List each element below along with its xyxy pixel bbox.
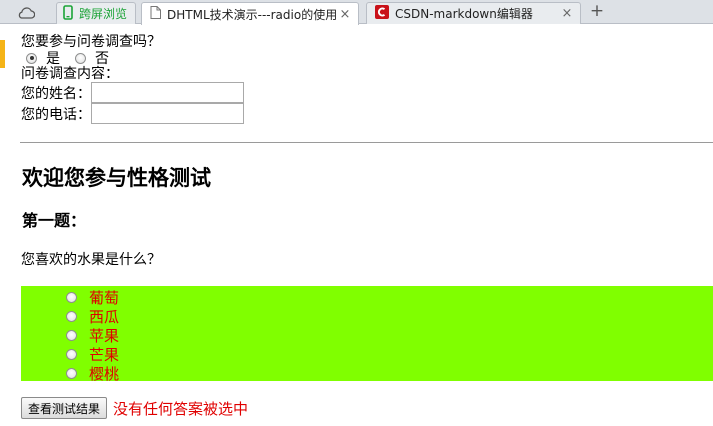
- cloud-icon[interactable]: [16, 3, 36, 21]
- new-tab-button[interactable]: +: [586, 3, 608, 22]
- option-label: 西瓜: [89, 308, 120, 326]
- phone-row: 您的电话：: [21, 103, 713, 124]
- phone-label: 您的电话：: [21, 106, 91, 123]
- page-title: 欢迎您参与性格测试: [22, 165, 211, 190]
- question-title: 第一题：: [22, 211, 87, 230]
- option-grape[interactable]: 葡萄: [21, 288, 713, 307]
- radio-yes[interactable]: [26, 52, 37, 64]
- option-cherry[interactable]: 樱桃: [21, 364, 713, 383]
- radio-apple[interactable]: [66, 330, 77, 341]
- radio-no-label: 否: [95, 51, 109, 67]
- radio-cherry[interactable]: [66, 368, 77, 379]
- option-apple[interactable]: 苹果: [21, 326, 713, 345]
- participation-options: 是 否: [21, 50, 713, 67]
- option-label: 葡萄: [89, 289, 120, 307]
- option-label: 芒果: [89, 346, 120, 364]
- name-label: 您的姓名：: [21, 85, 91, 102]
- survey-form: 您要参与问卷调查吗？ 是 否 问卷调查内容： 您的姓名： 您的电话：: [21, 34, 713, 124]
- tab-csdn-editor[interactable]: CSDN-markdown编辑器 ×: [366, 2, 581, 24]
- tab-dhtml-demo[interactable]: DHTML技术演示---radio的使用 ×: [141, 2, 359, 25]
- name-row: 您的姓名：: [21, 82, 713, 103]
- submit-row: 查看测试结果 没有任何答案被选中: [21, 397, 248, 419]
- close-icon[interactable]: ×: [338, 7, 352, 22]
- tab-label: 跨屏浏览: [79, 7, 128, 21]
- view-result-button[interactable]: 查看测试结果: [21, 397, 108, 419]
- option-watermelon[interactable]: 西瓜: [21, 307, 713, 326]
- content-label: 问卷调查内容：: [21, 66, 119, 82]
- radio-watermelon[interactable]: [66, 311, 77, 322]
- result-message: 没有任何答案被选中: [113, 399, 249, 418]
- document-icon: [150, 6, 161, 22]
- tab-cross-screen[interactable]: 跨屏浏览: [56, 2, 136, 24]
- sidebar-marker: [0, 40, 5, 68]
- phone-icon: [63, 4, 73, 23]
- tab-label: DHTML技术演示---radio的使用: [167, 7, 338, 22]
- radio-grape[interactable]: [66, 292, 77, 303]
- csdn-icon: [375, 5, 389, 22]
- radio-no[interactable]: [75, 52, 86, 64]
- option-label: 苹果: [89, 327, 120, 345]
- fruit-options: 葡萄 西瓜 苹果 芒果 樱桃: [21, 286, 713, 383]
- tab-bar: 跨屏浏览 DHTML技术演示---radio的使用 × CSDN-markdow…: [0, 0, 713, 25]
- question-text: 您喜欢的水果是什么？: [21, 252, 161, 268]
- radio-mango[interactable]: [66, 349, 77, 360]
- option-label: 樱桃: [89, 365, 120, 383]
- tab-label: CSDN-markdown编辑器: [395, 7, 533, 21]
- phone-input[interactable]: [91, 103, 244, 124]
- name-input[interactable]: [91, 82, 244, 103]
- close-icon[interactable]: ×: [560, 6, 574, 21]
- option-mango[interactable]: 芒果: [21, 345, 713, 364]
- survey-question: 您要参与问卷调查吗？: [21, 34, 161, 50]
- radio-yes-label: 是: [46, 51, 60, 67]
- divider: [20, 142, 713, 143]
